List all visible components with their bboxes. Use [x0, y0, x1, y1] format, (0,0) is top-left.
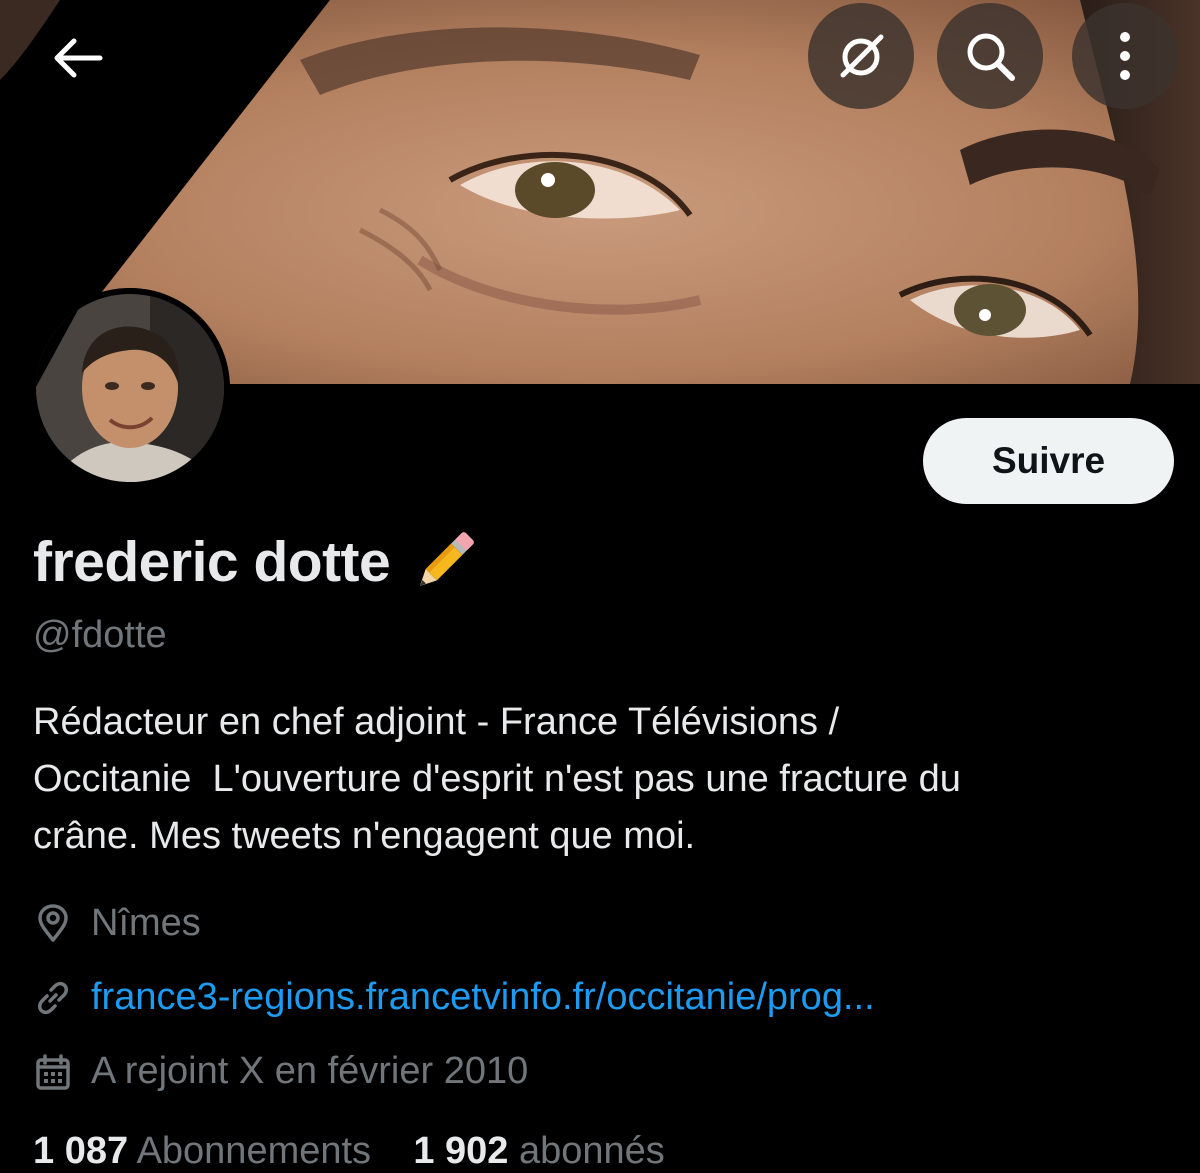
follow-button[interactable]: Suivre	[923, 418, 1174, 504]
following-label: Abonnements	[136, 1130, 372, 1172]
following-link[interactable]: 1 087 Abonnements	[33, 1130, 382, 1172]
more-vertical-icon	[1120, 32, 1130, 80]
profile-location: Nîmes	[33, 902, 201, 945]
followers-link[interactable]: 1 902 abonnés	[413, 1130, 664, 1172]
grok-button[interactable]	[808, 3, 914, 109]
avatar-photo	[30, 288, 230, 488]
profile-stats: 1 087 Abonnements 1 902 abonnés	[33, 1130, 665, 1173]
profile-handle: @fdotte	[33, 614, 167, 656]
joined-text: A rejoint X en février 2010	[91, 1050, 529, 1092]
bio-line: Rédacteur en chef adjoint - France Télév…	[33, 701, 840, 743]
profile-name-row: frederic dotte	[33, 524, 482, 600]
link-icon	[38, 981, 68, 1014]
profile-joined: A rejoint X en février 2010	[33, 1050, 528, 1093]
grok-icon	[840, 34, 884, 78]
profile-bio: Rédacteur en chef adjoint - France Télév…	[33, 694, 1163, 865]
arrow-left-icon	[54, 38, 103, 78]
bio-line: Occitanie L'ouverture d'esprit n'est pas…	[33, 758, 961, 800]
calendar-icon	[36, 1053, 70, 1090]
search-button[interactable]	[937, 3, 1043, 109]
back-button[interactable]	[28, 8, 128, 108]
search-icon	[967, 33, 1015, 81]
display-name: frederic dotte	[33, 530, 391, 594]
more-button[interactable]	[1072, 3, 1178, 109]
profile-avatar[interactable]	[30, 288, 230, 488]
followers-label: abonnés	[518, 1130, 665, 1172]
location-pin-icon	[38, 903, 68, 942]
website-link[interactable]: france3-regions.francetvinfo.fr/occitani…	[91, 976, 875, 1019]
profile-website[interactable]: france3-regions.francetvinfo.fr/occitani…	[33, 976, 875, 1019]
following-count: 1 087	[33, 1130, 129, 1172]
location-text: Nîmes	[91, 902, 201, 944]
followers-count: 1 902	[413, 1130, 509, 1172]
pencil-icon	[420, 532, 475, 587]
bio-line: crâne. Mes tweets n'engagent que moi.	[33, 815, 696, 857]
